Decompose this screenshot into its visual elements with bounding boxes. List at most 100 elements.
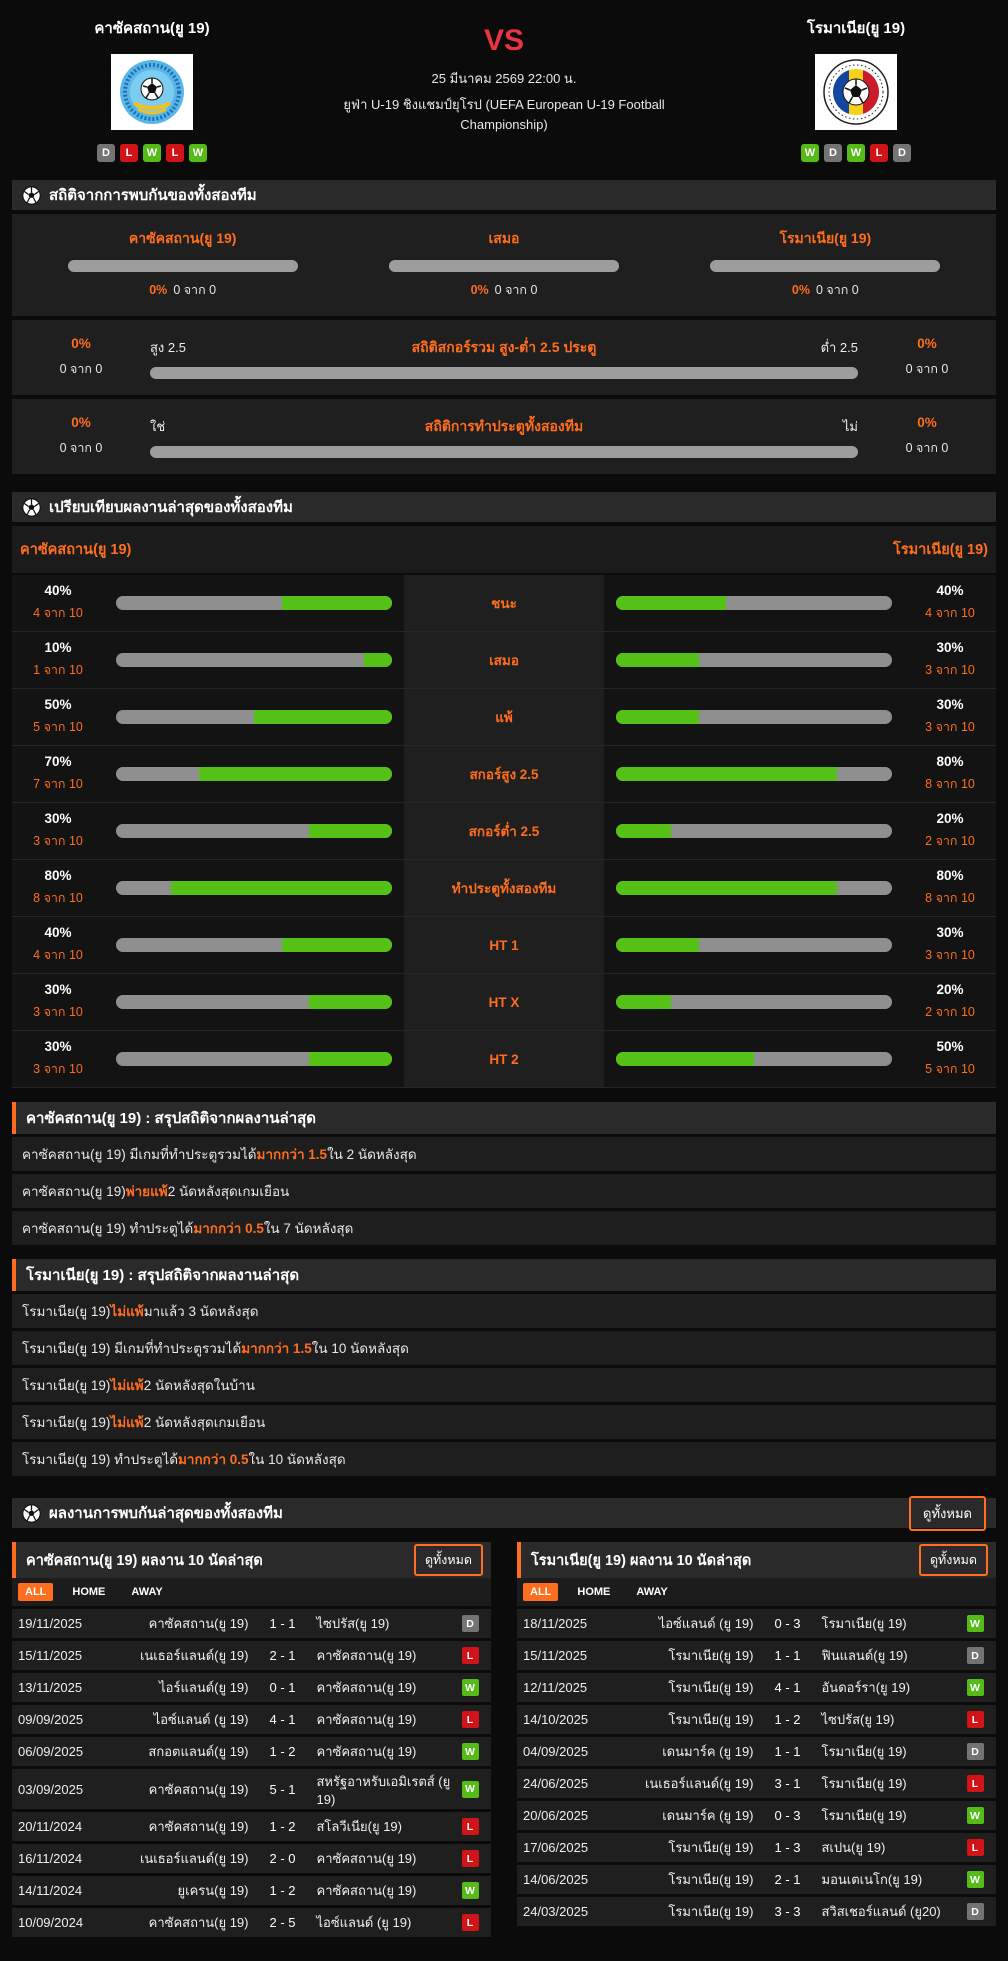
away-pct: 30% bbox=[936, 640, 964, 655]
table-row[interactable]: 03/09/2025 คาซัคสถาน(ยู 19) 5 - 1 สหรัฐอาหร… bbox=[12, 1769, 491, 1809]
result-cell: W bbox=[455, 1882, 485, 1899]
tab-away[interactable]: AWAY bbox=[629, 1583, 674, 1601]
table-row[interactable]: 10/09/2024 คาซัคสถาน(ยู 19) 2 - 5 ไอซ์แลนด์… bbox=[12, 1908, 491, 1937]
home-count: 3 จาก 10 bbox=[33, 1062, 83, 1076]
away-table-rows: 18/11/2025 ไอซ์แลนด์ (ยู 19) 0 - 3 โรมาเนีย… bbox=[517, 1609, 996, 1926]
away-bar bbox=[616, 995, 892, 1009]
result-cell: D bbox=[455, 1615, 485, 1632]
result-cell: W bbox=[960, 1871, 990, 1888]
result-badge-w: W bbox=[966, 1679, 984, 1696]
result-cell: W bbox=[455, 1780, 485, 1798]
table-row[interactable]: 18/11/2025 ไอซ์แลนด์ (ยู 19) 0 - 3 โรมาเนีย… bbox=[517, 1609, 996, 1638]
away-count: 3 จาก 10 bbox=[925, 720, 975, 734]
table-row[interactable]: 06/09/2025 สกอตแลนด์(ยู 19) 1 - 2 คาซัคสถาน… bbox=[12, 1737, 491, 1766]
tab-home[interactable]: HOME bbox=[570, 1583, 617, 1601]
result-cell: W bbox=[455, 1679, 485, 1696]
away-team: ไซปรัส(ยู 19) bbox=[821, 1712, 895, 1727]
home-bar-fill bbox=[171, 881, 392, 895]
table-row[interactable]: 13/11/2025 ไอร์แลนด์(ยู 19) 0 - 1 คาซัคสถาน… bbox=[12, 1673, 491, 1702]
away-count: 5 จาก 10 bbox=[925, 1062, 975, 1076]
home-team: คาซัคสถาน(ยู 19) bbox=[148, 1819, 249, 1834]
home-team: ไอร์แลนด์(ยู 19) bbox=[159, 1680, 249, 1695]
away-stat: 20% 2 จาก 10 bbox=[904, 974, 996, 1030]
table-row[interactable]: 16/11/2024 เนเธอร์แลนด์(ยู 19) 2 - 0 คาซัคส… bbox=[12, 1844, 491, 1873]
comparison-row-label: HT 1 bbox=[404, 917, 604, 973]
table-row[interactable]: 17/06/2025 โรมาเนีย(ยู 19) 1 - 3 สเปน(ยู 19… bbox=[517, 1833, 996, 1862]
home-bar-wrap bbox=[104, 575, 404, 631]
soccer-ball-icon bbox=[22, 497, 41, 517]
tab-all[interactable]: ALL bbox=[523, 1583, 559, 1601]
result-badge-l: L bbox=[461, 1647, 479, 1664]
home-team: โรมาเนีย(ยู 19) bbox=[668, 1712, 754, 1727]
table-row[interactable]: 12/11/2025 โรมาเนีย(ยู 19) 4 - 1 อันดอร์รา(… bbox=[517, 1673, 996, 1702]
away-pct: 30% bbox=[936, 697, 964, 712]
table-row[interactable]: 09/09/2025 ไอซ์แลนด์ (ยู 19) 4 - 1 คาซัคสถา… bbox=[12, 1705, 491, 1734]
tab-away[interactable]: AWAY bbox=[124, 1583, 169, 1601]
match-date: 16/11/2024 bbox=[18, 1851, 83, 1866]
table-row[interactable]: 14/06/2025 โรมาเนีย(ยู 19) 2 - 1 มอนเตเนโก(… bbox=[517, 1865, 996, 1894]
away-team: ฟินแลนด์(ยู 19) bbox=[821, 1648, 908, 1663]
away-bar-wrap bbox=[604, 917, 904, 973]
result-cell: L bbox=[960, 1839, 990, 1856]
table-row[interactable]: 24/03/2025 โรมาเนีย(ยู 19) 3 - 3 สวิสเชอร์แ… bbox=[517, 1897, 996, 1926]
result-badge-l: L bbox=[966, 1775, 984, 1792]
away-bar-wrap bbox=[604, 1031, 904, 1087]
away-team: สโลวีเนีย(ยู 19) bbox=[316, 1819, 402, 1834]
match-datetime: 25 มีนาคม 2569 22:00 น. bbox=[431, 71, 577, 86]
result-cell: W bbox=[960, 1615, 990, 1632]
recent-meetings-title: ผลงานการพบกันล่าสุดของทั้งสองทีม bbox=[49, 1505, 283, 1522]
over-under-panel: 0% 0 จาก 0 สูง 2.5 สถิติสกอร์รวม สูง-ต่ำ… bbox=[12, 320, 996, 395]
comparison-away-name: โรมาเนีย(ยู 19) bbox=[893, 542, 988, 558]
btts-yes-label: ใช่ bbox=[150, 419, 166, 434]
home-pct: 80% bbox=[44, 868, 72, 883]
summary-row: โรมาเนีย(ยู 19) ไม่แพ้ 2 นัดหลังสุดเกมเย… bbox=[12, 1405, 996, 1439]
summary-header: โรมาเนีย(ยู 19) : สรุปสถิติจากผลงานล่าสุ… bbox=[12, 1259, 996, 1291]
home-bar bbox=[116, 767, 392, 781]
away-team: สวิสเชอร์แลนด์ (ยู20) bbox=[821, 1904, 941, 1919]
highlighted-stat: ไม่แพ้ bbox=[110, 1415, 144, 1430]
home-table-rows: 19/11/2025 คาซัคสถาน(ยู 19) 1 - 1 ไซปรัส(ยู… bbox=[12, 1609, 491, 1937]
comparison-row: 70% 7 จาก 10 สกอร์สูง 2.5 80% 8 จาก 10 bbox=[12, 746, 996, 803]
table-row[interactable]: 20/11/2024 คาซัคสถาน(ยู 19) 1 - 2 สโลวีเนีย… bbox=[12, 1812, 491, 1841]
home-bar-wrap bbox=[104, 1031, 404, 1087]
table-row[interactable]: 14/11/2024 ยูเครน(ยู 19) 1 - 2 คาซัคสถาน(ยู… bbox=[12, 1876, 491, 1905]
tab-all[interactable]: ALL bbox=[18, 1583, 54, 1601]
home-table-title: คาซัคสถาน(ยู 19) ผลงาน 10 นัดล่าสุด bbox=[26, 1552, 263, 1569]
result-badge-l: L bbox=[461, 1818, 479, 1835]
home-team: คาซัคสถาน(ยู 19) bbox=[148, 1915, 249, 1930]
home-table-tabs: ALL HOME AWAY bbox=[12, 1578, 491, 1606]
over-stat: 0% 0 จาก 0 bbox=[26, 336, 136, 379]
table-row[interactable]: 19/11/2025 คาซัคสถาน(ยู 19) 1 - 1 ไซปรัส(ยู… bbox=[12, 1609, 491, 1638]
view-all-button[interactable]: ดูทั้งหมด bbox=[909, 1495, 986, 1531]
h2h-column-label: คาซัคสถาน(ยู 19) bbox=[128, 230, 237, 246]
comparison-row-label: ทำประตูทั้งสองทีม bbox=[404, 860, 604, 916]
view-all-button[interactable]: ดูทั้งหมด bbox=[918, 1544, 988, 1576]
result-cell: D bbox=[960, 1743, 990, 1760]
table-row[interactable]: 24/06/2025 เนเธอร์แลนด์(ยู 19) 3 - 1 โรมาเน… bbox=[517, 1769, 996, 1798]
away-form: WDWLD bbox=[801, 144, 911, 162]
table-row[interactable]: 14/10/2025 โรมาเนีย(ยู 19) 1 - 2 ไซปรัส(ยู … bbox=[517, 1705, 996, 1734]
view-all-button[interactable]: ดูทั้งหมด bbox=[413, 1544, 483, 1576]
away-bar bbox=[616, 596, 892, 610]
match-date: 15/11/2025 bbox=[523, 1648, 588, 1663]
table-row[interactable]: 15/11/2025 เนเธอร์แลนด์(ยู 19) 2 - 1 คาซัคส… bbox=[12, 1641, 491, 1670]
comparison-row-label: สกอร์สูง 2.5 bbox=[404, 746, 604, 802]
result-cell: L bbox=[960, 1775, 990, 1792]
away-team-logo bbox=[815, 54, 897, 130]
summary-text: คาซัคสถาน(ยู 19) bbox=[22, 1184, 126, 1199]
home-count: 3 จาก 10 bbox=[33, 834, 83, 848]
table-row[interactable]: 04/09/2025 เดนมาร์ค (ยู 19) 1 - 1 โรมาเนีย(… bbox=[517, 1737, 996, 1766]
tab-home[interactable]: HOME bbox=[65, 1583, 112, 1601]
comparison-home-name: คาซัคสถาน(ยู 19) bbox=[20, 542, 132, 558]
home-stat: 40% 4 จาก 10 bbox=[12, 917, 104, 973]
home-bar bbox=[116, 596, 392, 610]
away-bar-wrap bbox=[604, 689, 904, 745]
away-bar-fill bbox=[616, 881, 837, 895]
home-bar bbox=[116, 710, 392, 724]
result-cell: D bbox=[960, 1647, 990, 1664]
table-row[interactable]: 15/11/2025 โรมาเนีย(ยู 19) 1 - 1 ฟินแลนด์(ย… bbox=[517, 1641, 996, 1670]
home-stat: 30% 3 จาก 10 bbox=[12, 1031, 104, 1087]
summary-blocks: คาซัคสถาน(ยู 19) : สรุปสถิติจากผลงานล่าส… bbox=[12, 1102, 996, 1476]
match-date: 15/11/2025 bbox=[18, 1648, 83, 1663]
home-team: โรมาเนีย(ยู 19) bbox=[668, 1904, 754, 1919]
